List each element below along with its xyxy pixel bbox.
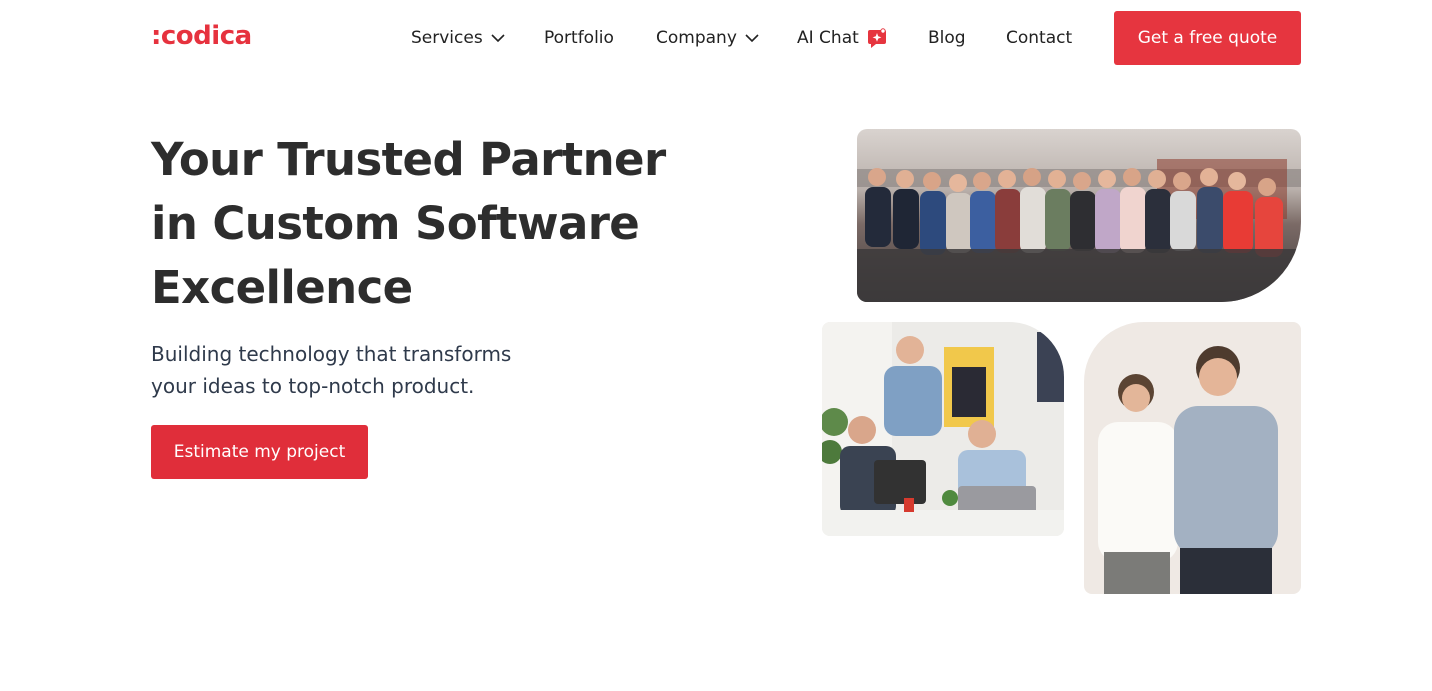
chevron-down-icon [743, 29, 761, 47]
hero-subtitle: Building technology that transforms your… [151, 338, 571, 402]
hero-title-line: Excellence [151, 261, 413, 314]
founders-portrait-photo [1084, 322, 1301, 594]
estimate-project-button[interactable]: Estimate my project [151, 425, 368, 479]
nav-item-company[interactable]: Company [656, 25, 761, 51]
founders-photo [1084, 322, 1301, 594]
hero-subtitle-line: Building technology that transforms [151, 342, 512, 366]
office-work-photo [822, 322, 1064, 536]
nav-item-label: Company [656, 28, 737, 48]
chevron-down-icon [489, 29, 507, 47]
nav-item-blog[interactable]: Blog [928, 25, 966, 51]
sparkle-chat-icon [865, 26, 889, 50]
get-free-quote-button[interactable]: Get a free quote [1114, 11, 1301, 65]
nav-item-label: Blog [928, 28, 966, 48]
hero-title: Your Trusted Partner in Custom Software … [151, 128, 731, 320]
codica-logo[interactable]: :codica [151, 20, 252, 52]
office-photo [822, 322, 1064, 536]
nav-item-contact[interactable]: Contact [1006, 25, 1072, 51]
hero-subtitle-line: your ideas to top-notch product. [151, 374, 475, 398]
nav-item-services[interactable]: Services [411, 25, 507, 51]
nav-item-label: AI Chat [797, 28, 859, 48]
team-photo [857, 129, 1301, 302]
hero-title-line: Your Trusted Partner [151, 133, 666, 186]
nav-item-label: Contact [1006, 28, 1073, 48]
team-group-photo [857, 129, 1301, 302]
nav-item-label: Services [411, 28, 483, 48]
nav-item-ai-chat[interactable]: AI Chat [797, 25, 889, 51]
page: :codica Services Portfolio Company AI Ch… [0, 0, 1432, 691]
hero-title-line: in Custom Software [151, 197, 640, 250]
nav-item-portfolio[interactable]: Portfolio [544, 25, 614, 51]
nav-item-label: Portfolio [544, 28, 614, 48]
